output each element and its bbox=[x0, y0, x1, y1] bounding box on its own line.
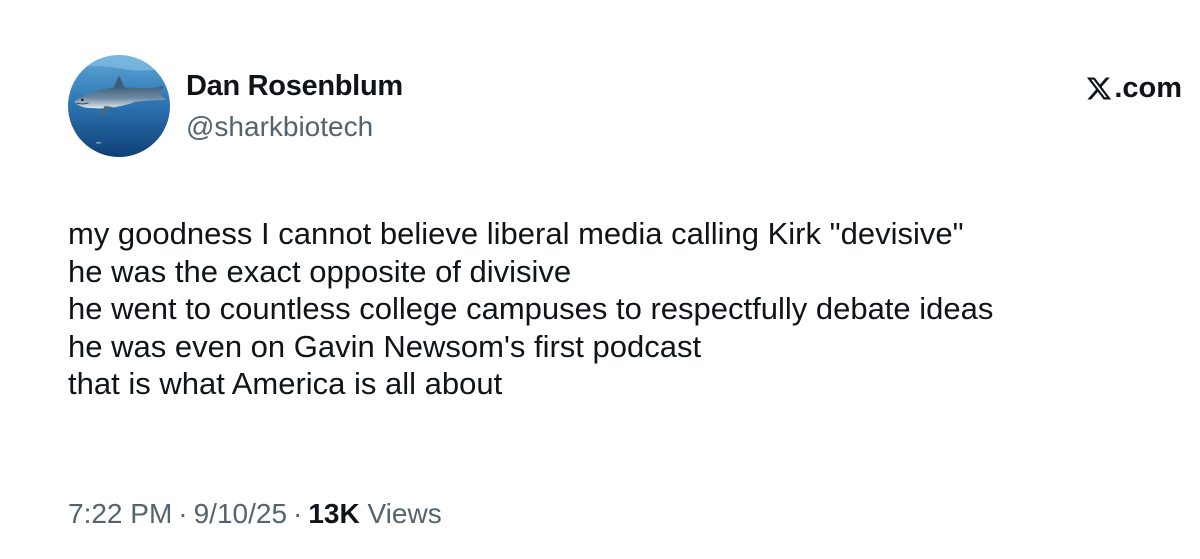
views-label[interactable]: Views bbox=[368, 498, 442, 529]
meta-separator: · bbox=[293, 498, 303, 529]
tweet-text: my goodness I cannot believe liberal med… bbox=[68, 215, 1178, 403]
x-logo-icon bbox=[1085, 75, 1113, 102]
tweet-metadata: 7:22 PM · 9/10/25 · 13K Views bbox=[68, 496, 442, 532]
tweet-line: that is what America is all about bbox=[68, 366, 503, 401]
author-display-name[interactable]: Dan Rosenblum bbox=[186, 68, 403, 104]
tweet-line: he was even on Gavin Newsom's first podc… bbox=[68, 328, 702, 364]
tweet-line: he was the exact opposite of divisive bbox=[68, 253, 572, 289]
author-handle[interactable]: @sharkbiotech bbox=[186, 109, 373, 145]
tweet-line: my goodness I cannot believe liberal med… bbox=[68, 216, 964, 251]
avatar[interactable] bbox=[68, 55, 170, 157]
meta-separator: · bbox=[178, 498, 188, 529]
tweet-time[interactable]: 7:22 PM bbox=[68, 498, 172, 529]
avatar-shark-image bbox=[68, 55, 170, 157]
brand-watermark: .com bbox=[1085, 70, 1182, 106]
brand-domain-text: .com bbox=[1114, 72, 1182, 104]
tweet-date[interactable]: 9/10/25 bbox=[194, 498, 287, 529]
tweet-line: he went to countless college campuses to… bbox=[68, 291, 994, 326]
views-count[interactable]: 13K bbox=[308, 498, 359, 529]
